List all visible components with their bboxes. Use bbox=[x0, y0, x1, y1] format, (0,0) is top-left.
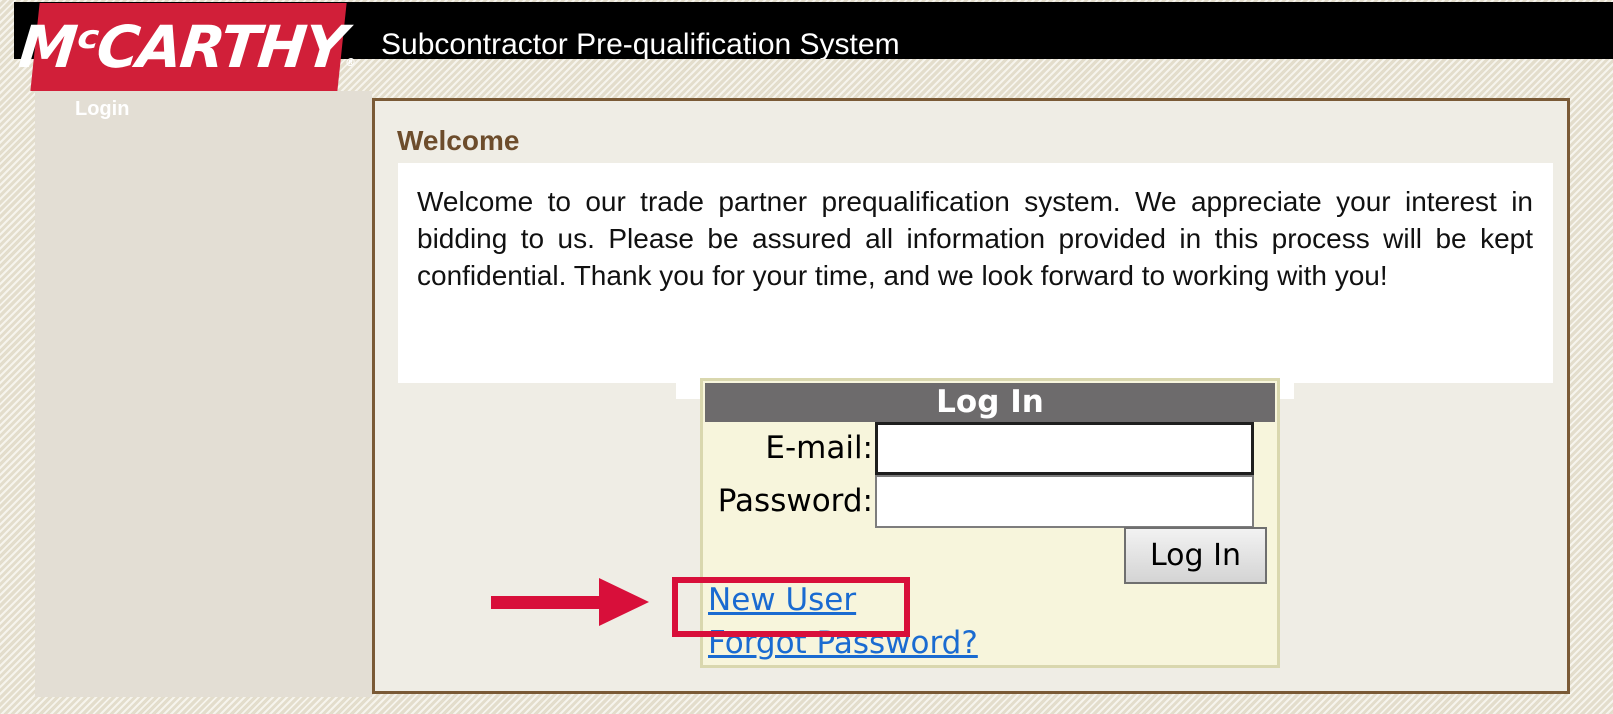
highlight-box bbox=[672, 577, 910, 637]
welcome-body: Welcome to our trade partner prequalific… bbox=[398, 163, 1553, 383]
app-title: Subcontractor Pre-qualification System bbox=[381, 30, 900, 59]
registered-mark: ® bbox=[344, 56, 357, 69]
logo-text: MᶜCARTHY bbox=[15, 13, 349, 81]
password-label: Password: bbox=[717, 483, 873, 519]
email-label: E-mail: bbox=[765, 430, 873, 466]
sidebar-item-login[interactable]: Login bbox=[75, 98, 129, 121]
right-arrow-icon bbox=[491, 578, 649, 626]
mccarthy-logo[interactable]: MᶜCARTHY ® bbox=[16, 3, 357, 91]
password-field[interactable] bbox=[875, 475, 1254, 528]
sidebar: Login bbox=[35, 91, 372, 697]
email-field[interactable] bbox=[875, 422, 1254, 475]
login-panel-title: Log In bbox=[705, 383, 1275, 422]
welcome-text: Welcome to our trade partner prequalific… bbox=[417, 186, 1533, 291]
welcome-heading: Welcome bbox=[397, 125, 520, 156]
login-button[interactable]: Log In bbox=[1124, 527, 1267, 584]
